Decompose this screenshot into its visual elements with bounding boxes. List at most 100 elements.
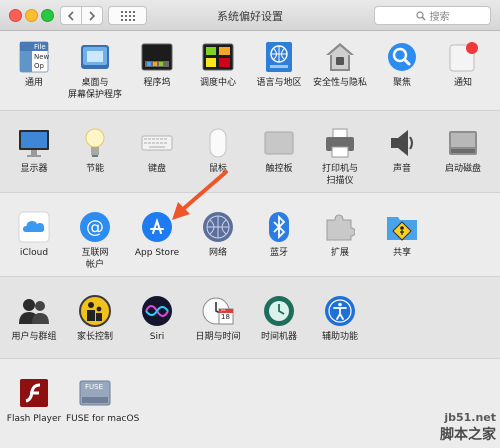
search-placeholder: 搜索 [429, 12, 450, 23]
language-region-icon [263, 41, 295, 73]
calendar-day: 18 [221, 313, 230, 321]
time-machine-icon [263, 295, 295, 327]
pane-label: 触控板 [265, 164, 293, 174]
pane-label: FUSE for macOS [66, 414, 140, 424]
pane-label: 家长控制 [76, 332, 113, 342]
pane-spotlight[interactable]: 聚焦 [373, 41, 431, 89]
pane-extensions[interactable]: 扩展 [311, 211, 369, 259]
pane-label: 语言与地区 [256, 78, 302, 88]
pane-bluetooth[interactable]: 蓝牙 [250, 211, 308, 259]
watermark: jb51.net 脚本之家 [440, 411, 496, 444]
pane-label: 蓝牙 [269, 248, 288, 258]
pane-users[interactable]: 用户与群组 [5, 295, 63, 343]
dock-icon [141, 41, 173, 73]
pane-label: 时间机器 [260, 332, 297, 342]
pane-flash[interactable]: Flash Player [5, 377, 63, 425]
search-field[interactable]: 搜索 [374, 6, 491, 25]
pane-label: 节能 [85, 164, 104, 174]
pane-accessibility[interactable]: 辅助功能 [311, 295, 369, 343]
siri-icon [141, 295, 173, 327]
pane-siri[interactable]: Siri [128, 295, 186, 343]
printer-icon [324, 127, 356, 159]
pane-parental[interactable]: 家长控制 [66, 295, 124, 343]
pane-label: 启动磁盘 [444, 164, 481, 174]
accessibility-icon [324, 295, 356, 327]
users-groups-icon [18, 295, 50, 327]
pane-energy[interactable]: 节能 [66, 127, 124, 175]
pane-security[interactable]: 安全性与隐私 [311, 41, 369, 89]
pointer-arrow [172, 170, 228, 220]
pane-sound[interactable]: 声音 [373, 127, 431, 175]
pane-displays[interactable]: 显示器 [5, 127, 63, 175]
pane-label: 网络 [208, 248, 227, 258]
watermark-url: jb51.net [444, 411, 496, 424]
pane-startup-disk[interactable]: 启动磁盘 [434, 127, 492, 175]
pane-label: App Store [134, 248, 180, 258]
pane-label: 调度中心 [199, 78, 236, 88]
pane-internet-accounts[interactable]: @ 互联网 帐户 [66, 211, 124, 271]
pane-label: 辅助功能 [321, 332, 358, 342]
pane-sharing[interactable]: 共享 [373, 211, 431, 259]
notifications-icon [447, 41, 479, 73]
pane-label: 程序坞 [143, 78, 171, 88]
pane-label: 声音 [392, 164, 411, 174]
pane-general[interactable]: File New Op 通用 [5, 41, 63, 89]
pane-label: 通用 [24, 78, 43, 88]
pane-label: 打印机与 扫描仪 [321, 164, 358, 186]
general-icon: File New Op [18, 41, 50, 73]
spotlight-icon [386, 41, 418, 73]
pane-label: 显示器 [20, 164, 48, 174]
general-icon-text: File [34, 43, 46, 51]
pane-notifications[interactable]: 通知 [434, 41, 492, 89]
svg-text:@: @ [86, 217, 104, 238]
pane-dock[interactable]: 程序坞 [128, 41, 186, 89]
pane-datetime[interactable]: JUL 18 日期与时间 [189, 295, 247, 343]
mission-control-icon [202, 41, 234, 73]
general-icon-text: Op [34, 62, 44, 70]
energy-saver-icon [79, 127, 111, 159]
pane-timemachine[interactable]: 时间机器 [250, 295, 308, 343]
mouse-icon [202, 127, 234, 159]
pane-desktop[interactable]: 桌面与 屏幕保护程序 [66, 41, 124, 101]
title-bar: 系统偏好设置 搜索 [0, 0, 500, 31]
pane-printers[interactable]: 打印机与 扫描仪 [311, 127, 369, 187]
pane-label: 扩展 [330, 248, 349, 258]
general-icon-text: New [34, 53, 50, 61]
desktop-screensaver-icon [79, 41, 111, 73]
pane-label: Flash Player [6, 414, 62, 424]
parental-controls-icon [79, 295, 111, 327]
fuse-icon: FUSE [79, 377, 111, 409]
pane-label: 通知 [453, 78, 472, 88]
date-time-icon: JUL 18 [202, 295, 234, 327]
pane-trackpad[interactable]: 触控板 [250, 127, 308, 175]
search-icon [415, 10, 425, 20]
fuse-icon-text: FUSE [85, 383, 104, 391]
icloud-icon [18, 211, 50, 243]
trackpad-icon [263, 127, 295, 159]
pane-label: Siri [149, 332, 165, 342]
internet-accounts-icon: @ [79, 211, 111, 243]
security-privacy-icon [324, 41, 356, 73]
keyboard-icon [141, 127, 173, 159]
sharing-icon [386, 211, 418, 243]
displays-icon [18, 127, 50, 159]
bluetooth-icon [263, 211, 295, 243]
pane-icloud[interactable]: iCloud [5, 211, 63, 259]
pane-label: iCloud [19, 248, 49, 258]
pane-label: 日期与时间 [195, 332, 241, 342]
pane-label: 安全性与隐私 [312, 78, 367, 88]
pane-label: 共享 [392, 248, 411, 258]
calendar-month: JUL [221, 308, 226, 312]
pane-language[interactable]: 语言与地区 [250, 41, 308, 89]
pane-label: 用户与群组 [11, 332, 57, 342]
pane-mission-control[interactable]: 调度中心 [189, 41, 247, 89]
extensions-icon [324, 211, 356, 243]
watermark-brand: 脚本之家 [440, 427, 496, 443]
sound-icon [386, 127, 418, 159]
flash-player-icon [18, 377, 50, 409]
pane-label: 聚焦 [392, 78, 411, 88]
pane-label: 桌面与 屏幕保护程序 [67, 78, 122, 100]
pane-fuse[interactable]: FUSE FUSE for macOS [66, 377, 140, 425]
startup-disk-icon [447, 127, 479, 159]
pane-label: 互联网 帐户 [81, 248, 109, 270]
